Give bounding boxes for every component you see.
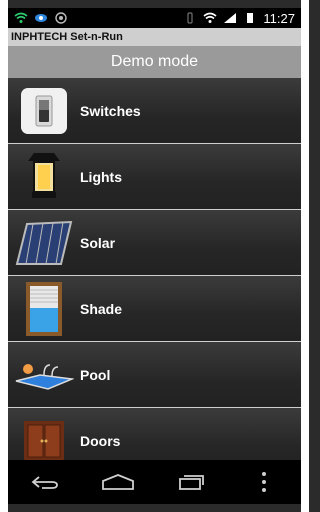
record-icon [55,12,67,24]
overflow-menu-button[interactable] [228,460,301,504]
window-shade-icon [8,280,80,338]
status-right: 11:27 [183,11,295,26]
pool-label: Pool [80,366,111,383]
lantern-icon [8,149,80,205]
phone-screen: 11:27 INPHTECH Set-n-Run Demo mode Switc… [8,8,301,504]
list-item-switches[interactable]: Switches [8,78,301,144]
list-item-doors[interactable]: Doors [8,408,301,460]
cell-signal-icon [224,13,237,23]
pool-icon [8,355,80,395]
status-bar: 11:27 [8,8,301,28]
solar-panel-icon [8,218,80,268]
doors-label: Doors [80,432,121,449]
solar-label: Solar [80,234,116,251]
recent-apps-icon [179,475,205,490]
navigation-bar [8,460,301,504]
battery-icon [247,13,254,23]
home-button[interactable] [81,460,154,504]
back-button[interactable] [8,460,81,504]
status-left [14,12,68,24]
wifi-icon [14,12,28,23]
list-item-pool[interactable]: Pool [8,342,301,408]
list-item-shade[interactable]: Shade [8,276,301,342]
recent-apps-button[interactable] [155,460,228,504]
vibrate-icon [187,12,193,24]
device-category-list: Switches Lights Solar Shade Pool Doors [8,78,301,460]
door-icon [8,419,80,460]
app-title: INPHTECH Set-n-Run [8,28,301,46]
notification-icon [35,14,47,22]
overflow-menu-icon [262,472,267,492]
switches-label: Switches [80,102,141,119]
home-icon [101,474,134,490]
frame-left [0,0,8,512]
wifi-signal-icon [203,12,217,23]
list-item-lights[interactable]: Lights [8,144,301,210]
list-item-solar[interactable]: Solar [8,210,301,276]
lights-label: Lights [80,168,122,185]
clock: 11:27 [263,10,295,26]
frame-right [301,0,309,512]
switch-icon [8,86,80,136]
mode-banner: Demo mode [8,46,301,79]
back-icon [31,476,58,489]
shade-label: Shade [80,300,123,317]
